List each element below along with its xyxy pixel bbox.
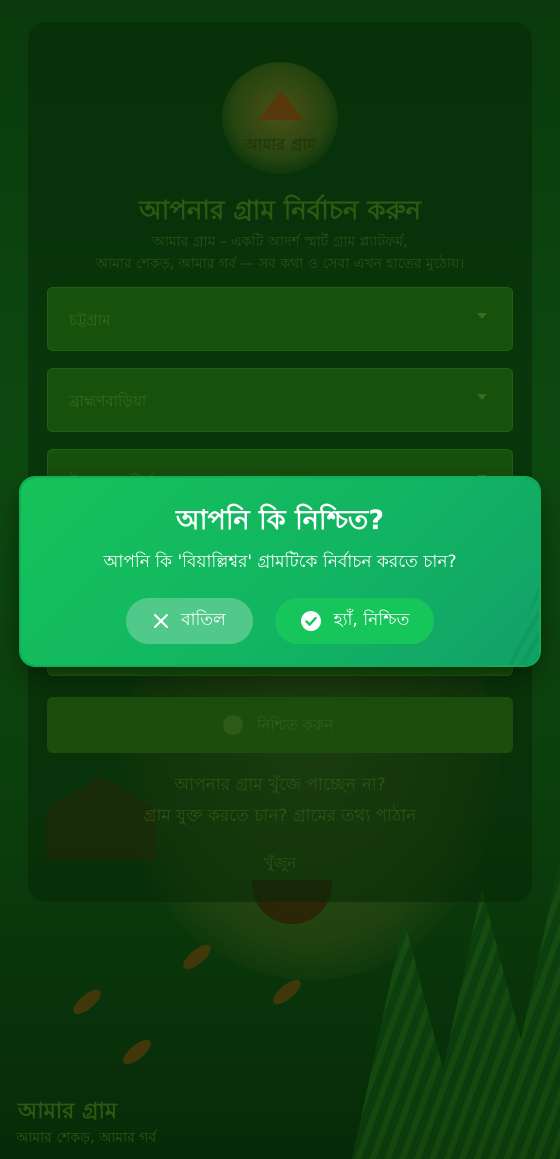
cancel-button-label: বাতিল xyxy=(181,610,226,630)
confirm-dialog: আপনি কি নিশ্চিত? আপনি কি 'বিয়াল্লিশ্বর'… xyxy=(21,478,539,665)
fish-illustration xyxy=(179,940,215,974)
logo-text: আমার গ্রাম xyxy=(243,135,317,154)
district-select[interactable]: ব্রাহ্মণবাড়িয়া xyxy=(47,368,513,432)
page-title: আপনার গ্রাম নির্বাচন করুন xyxy=(138,196,422,226)
dialog-message: আপনি কি 'বিয়াল্লিশ্বর' গ্রামটিকে নির্বা… xyxy=(103,552,457,572)
page-subtitle-line1: আমার গ্রাম – একটি আদর্শ স্মার্ট গ্রাম প্… xyxy=(152,234,408,250)
confirm-selection-label: নিশ্চিত করুন xyxy=(257,716,334,734)
fish-illustration xyxy=(69,985,105,1019)
chevron-down-icon xyxy=(477,313,487,319)
chevron-down-icon xyxy=(477,394,487,400)
confirm-selection-button[interactable]: নিশ্চিত করুন xyxy=(47,697,513,753)
cancel-button[interactable]: বাতিল xyxy=(126,598,253,644)
page-subtitle-line2: আমার শেকড়, আমার গর্ব — সব কথা ও সেবা এখ… xyxy=(95,256,465,272)
division-select[interactable]: চট্টগ্রাম xyxy=(47,287,513,351)
confirm-button-label: হ্যাঁ, নিশ্চিত xyxy=(333,610,410,630)
hut-icon xyxy=(258,90,304,120)
add-village-link[interactable]: গ্রাম যুক্ত করতে চান? গ্রামের তথ্য পাঠান xyxy=(0,803,560,831)
fish-illustration xyxy=(269,975,305,1009)
division-select-value: চট্টগ্রাম xyxy=(69,311,111,329)
leaf-decoration xyxy=(509,585,539,665)
footer-tagline: আমার শেকড়, আমার গর্ব xyxy=(16,1130,157,1146)
check-circle-icon xyxy=(300,610,322,632)
close-icon xyxy=(153,613,169,629)
confirm-button[interactable]: হ্যাঁ, নিশ্চিত xyxy=(275,598,434,644)
district-select-value: ব্রাহ্মণবাড়িয়া xyxy=(69,392,147,410)
app-logo: আমার গ্রাম xyxy=(222,62,338,174)
search-link[interactable]: খুঁজুন xyxy=(0,852,560,877)
not-found-question: আপনার গ্রাম খুঁজে পাচ্ছেন না? xyxy=(174,775,386,795)
check-circle-icon xyxy=(223,715,243,735)
dialog-title: আপনি কি নিশ্চিত? xyxy=(176,505,384,536)
fish-illustration xyxy=(119,1035,155,1069)
